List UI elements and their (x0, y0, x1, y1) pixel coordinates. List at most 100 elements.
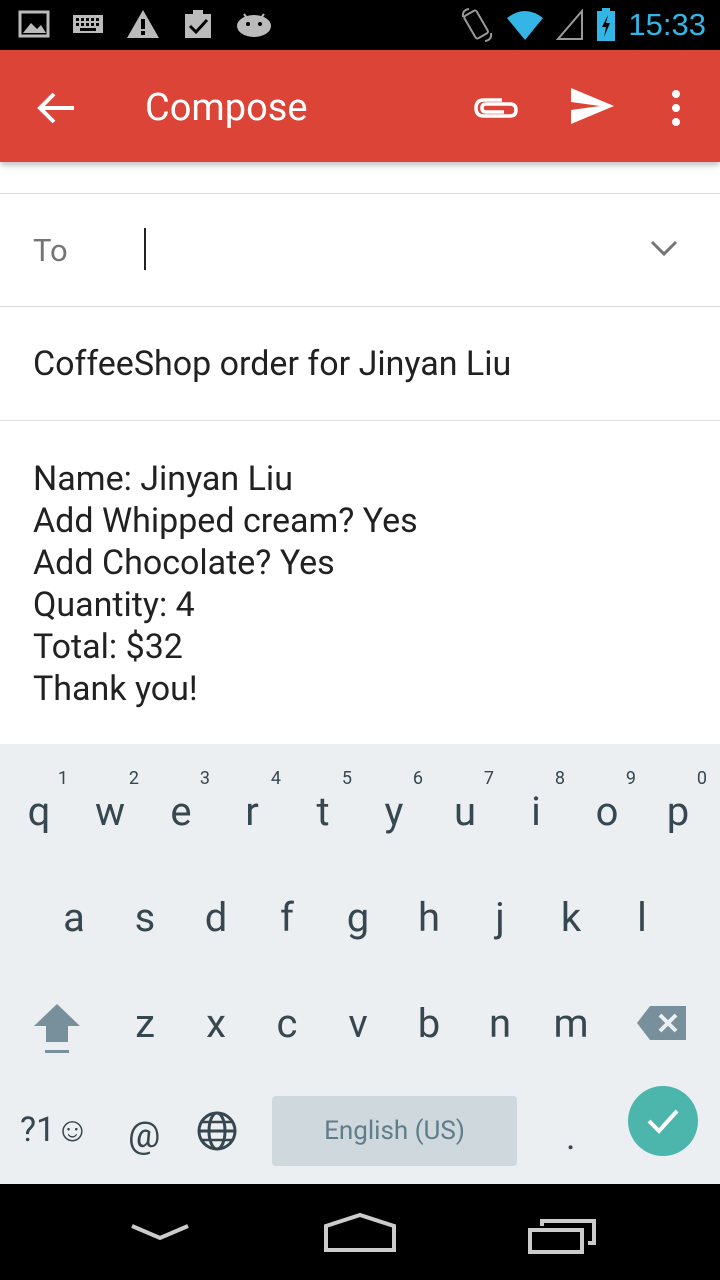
globe-icon[interactable] (196, 1110, 238, 1152)
key-label: g (346, 894, 370, 941)
chevron-down-icon[interactable] (648, 236, 680, 260)
key-r[interactable]: 4r (217, 744, 287, 844)
key-label: q (27, 788, 51, 835)
status-time: 15:33 (628, 7, 706, 42)
android-icon (237, 13, 271, 37)
body-field[interactable]: Name: Jinyan Liu Add Whipped cream? Yes … (33, 458, 418, 710)
more-vert-icon[interactable] (664, 86, 688, 130)
to-field[interactable]: To (0, 194, 720, 306)
signal-icon (556, 9, 584, 40)
body-line: Add Whipped cream? Yes (33, 501, 418, 541)
key-m[interactable]: m (536, 956, 606, 1056)
at-key[interactable]: @ (128, 1114, 160, 1156)
key-w[interactable]: 2w (75, 744, 145, 844)
key-label: u (453, 788, 477, 835)
key-label: c (276, 1000, 298, 1047)
key-hint: 8 (554, 768, 565, 789)
key-label: f (280, 894, 294, 941)
back-arrow-icon[interactable] (34, 86, 78, 130)
hide-keyboard-icon[interactable] (128, 1220, 192, 1244)
key-label: h (417, 894, 441, 941)
key-label: p (666, 788, 690, 835)
key-o[interactable]: 9o (572, 744, 642, 844)
key-label: a (63, 894, 85, 941)
key-s[interactable]: s (110, 850, 180, 950)
key-label: j (495, 894, 505, 941)
key-n[interactable]: n (465, 956, 535, 1056)
body-line: Name: Jinyan Liu (33, 459, 293, 499)
key-hint: 4 (270, 768, 281, 789)
key-label: z (135, 1000, 155, 1047)
key-h[interactable]: h (394, 850, 464, 950)
key-y[interactable]: 6y (359, 744, 429, 844)
wifi-icon (507, 11, 544, 40)
warning-icon (127, 10, 159, 38)
keyboard-row-1: 1q 2w 3e 4r 5t 6y 7u 8i 9o 0p (0, 744, 720, 844)
key-z[interactable]: z (110, 956, 180, 1056)
key-f[interactable]: f (252, 850, 322, 950)
send-icon[interactable] (568, 84, 616, 128)
key-label: k (560, 894, 582, 941)
key-k[interactable]: k (536, 850, 606, 950)
key-hint: 6 (412, 768, 423, 789)
key-hint: 0 (696, 768, 707, 789)
body-line: Add Chocolate? Yes (33, 543, 335, 583)
key-hint: 9 (625, 768, 636, 789)
key-hint: 1 (57, 768, 68, 789)
space-key[interactable]: English (US) (272, 1096, 517, 1166)
key-u[interactable]: 7u (430, 744, 500, 844)
key-label: v (348, 1000, 368, 1047)
key-g[interactable]: g (323, 850, 393, 950)
key-label: l (637, 894, 647, 941)
page-title: Compose (145, 86, 308, 130)
body-line: Thank you! (33, 669, 198, 709)
key-b[interactable]: b (394, 956, 464, 1056)
navigation-bar (0, 1184, 720, 1280)
text-cursor (144, 228, 146, 270)
attach-icon[interactable] (472, 88, 520, 128)
key-c[interactable]: c (252, 956, 322, 1056)
key-l[interactable]: l (607, 850, 677, 950)
key-t[interactable]: 5t (288, 744, 358, 844)
recents-icon[interactable] (526, 1216, 598, 1256)
key-j[interactable]: j (465, 850, 535, 950)
done-button[interactable] (628, 1086, 698, 1156)
key-e[interactable]: 3e (146, 744, 216, 844)
key-label: x (206, 1000, 226, 1047)
key-label: s (134, 894, 156, 941)
checkmark-icon (647, 1109, 679, 1134)
key-label: d (204, 894, 228, 941)
key-hint: 3 (199, 768, 210, 789)
clipboard-check-icon (185, 10, 211, 38)
key-v[interactable]: v (323, 956, 393, 1056)
key-hint: 7 (483, 768, 494, 789)
key-label: i (531, 788, 541, 835)
subject-field[interactable]: CoffeeShop order for Jinyan Liu (33, 344, 511, 384)
key-label: m (553, 1000, 589, 1047)
shift-icon[interactable] (32, 1002, 82, 1058)
backspace-icon[interactable] (636, 1004, 688, 1042)
key-i[interactable]: 8i (501, 744, 571, 844)
key-p[interactable]: 0p (643, 744, 713, 844)
key-label: t (316, 788, 330, 835)
key-label: e (170, 788, 192, 835)
divider (0, 420, 720, 421)
battery-charging-icon (597, 8, 616, 41)
key-x[interactable]: x (181, 956, 251, 1056)
key-d[interactable]: d (181, 850, 251, 950)
app-bar: Compose (0, 50, 720, 162)
to-label: To (33, 232, 68, 269)
home-icon[interactable] (322, 1212, 398, 1254)
key-label: w (94, 788, 126, 835)
key-label: b (417, 1000, 441, 1047)
keyboard-icon (73, 15, 103, 33)
image-icon (18, 10, 50, 38)
symbols-key[interactable]: ?1☺ (20, 1110, 90, 1150)
keyboard-row-2: a s d f g h j k l (0, 850, 720, 950)
key-q[interactable]: 1q (4, 744, 74, 844)
key-label: n (488, 1000, 512, 1047)
body-line: Total: $32 (33, 627, 183, 667)
key-hint: 5 (341, 768, 352, 789)
key-a[interactable]: a (39, 850, 109, 950)
period-key[interactable]: . (566, 1116, 576, 1158)
